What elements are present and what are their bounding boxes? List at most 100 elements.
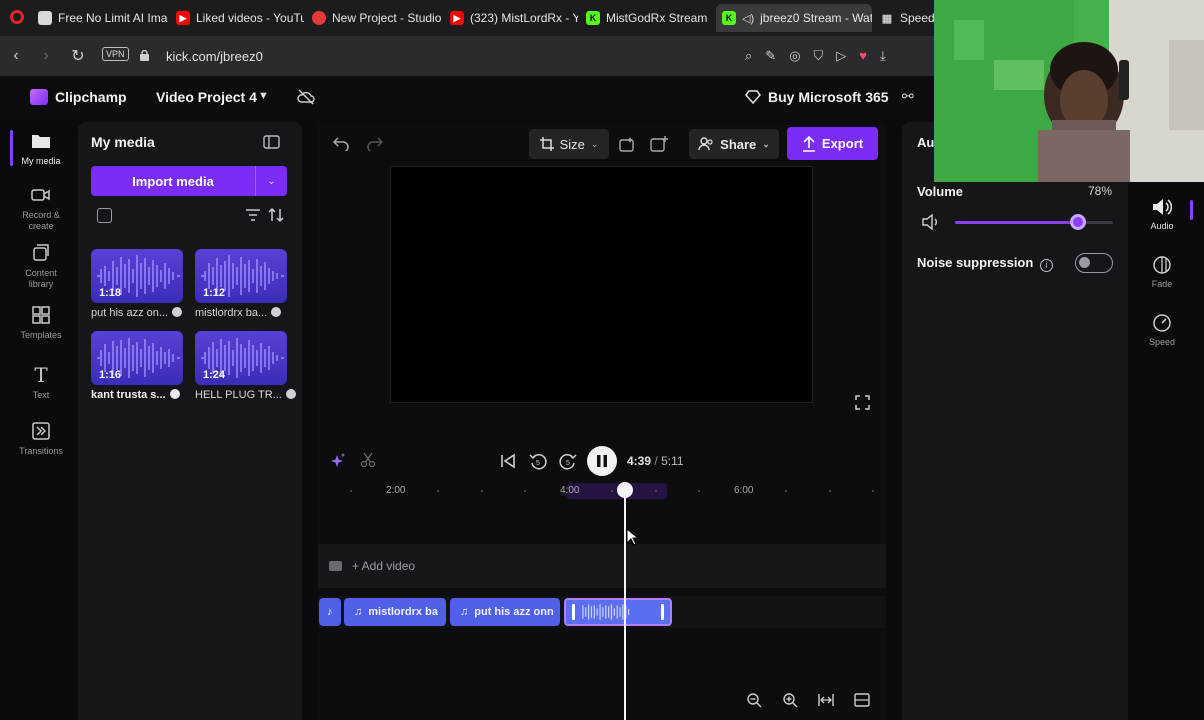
split-scissors-icon[interactable] bbox=[360, 452, 376, 468]
audio-clip[interactable]: ♫ put his azz onn bbox=[450, 598, 560, 626]
folder-icon bbox=[30, 130, 52, 152]
volume-slider[interactable] bbox=[955, 221, 1113, 224]
properties-panel bbox=[902, 122, 1128, 720]
media-name: put his azz on... bbox=[91, 307, 183, 319]
volume-icon[interactable] bbox=[922, 214, 940, 230]
speaker-icon bbox=[1151, 196, 1173, 218]
zoom-out-icon[interactable] bbox=[746, 692, 762, 708]
back-icon[interactable]: ‹ bbox=[6, 46, 26, 66]
heart-icon[interactable]: ♥ bbox=[859, 48, 867, 66]
fullscreen-icon[interactable] bbox=[855, 395, 870, 410]
filter-icon[interactable] bbox=[246, 209, 260, 221]
tab-title: (323) MistLordRx - Yo bbox=[470, 11, 578, 25]
browser-tab-active[interactable]: K ◁) jbreez0 Stream - Watc bbox=[716, 4, 872, 32]
checkmark-icon bbox=[285, 389, 296, 399]
browser-tab[interactable]: K MistGodRx Stream bbox=[580, 4, 714, 32]
export-button[interactable]: Export bbox=[787, 127, 878, 160]
trim-handle-left[interactable] bbox=[572, 604, 575, 620]
tab-favicon-icon bbox=[38, 11, 52, 25]
timeline-layout-icon[interactable] bbox=[854, 693, 870, 707]
tab-title: MistGodRx Stream bbox=[606, 11, 708, 25]
trim-handle-right[interactable] bbox=[661, 604, 664, 620]
media-thumbnail[interactable]: 1:16 bbox=[91, 331, 183, 385]
share-label: Share bbox=[720, 136, 757, 152]
send-icon[interactable]: ▷ bbox=[836, 48, 846, 66]
rail-item-record-create[interactable]: Record & create bbox=[10, 184, 72, 232]
video-track-icon bbox=[329, 561, 342, 571]
media-thumbnail[interactable]: 1:18 bbox=[91, 249, 183, 303]
cloud-off-icon[interactable] bbox=[297, 89, 315, 105]
size-label: Size bbox=[559, 136, 585, 152]
rail-item-label: My media bbox=[21, 156, 61, 166]
snapshot-icon[interactable]: ◎ bbox=[789, 48, 800, 66]
rail-item-label: Audio bbox=[1150, 221, 1174, 231]
templates-icon bbox=[30, 304, 52, 326]
sort-icon[interactable] bbox=[268, 208, 284, 222]
rail-item-text[interactable]: T Text bbox=[10, 364, 72, 401]
url-field[interactable]: kick.com/jbreez0 bbox=[166, 49, 263, 64]
browser-tab[interactable]: ▶ (323) MistLordRx - Yo bbox=[444, 4, 578, 32]
zoom-icon[interactable]: ⌕ bbox=[745, 48, 752, 66]
forward-5-icon[interactable]: 5 bbox=[559, 452, 577, 470]
download-icon[interactable]: ⤓ bbox=[880, 48, 886, 66]
export-label: Export bbox=[821, 136, 864, 151]
rail-item-audio[interactable]: Audio bbox=[1136, 196, 1188, 231]
waveform-icon bbox=[582, 604, 630, 620]
rail-item-templates[interactable]: Templates bbox=[10, 304, 72, 341]
add-video-label[interactable]: + Add video bbox=[352, 559, 415, 573]
pause-button[interactable] bbox=[587, 446, 617, 476]
magic-resize-icon[interactable] bbox=[619, 136, 637, 152]
diamond-icon bbox=[745, 89, 761, 105]
add-clip-icon[interactable] bbox=[650, 136, 668, 152]
rail-item-speed[interactable]: Speed bbox=[1136, 312, 1188, 347]
chevron-down-icon[interactable]: ▼ bbox=[258, 90, 269, 102]
media-thumbnail[interactable]: 1:24 bbox=[195, 331, 287, 385]
tab-title: Speed Dial bbox=[900, 11, 934, 25]
reload-icon[interactable]: ↻ bbox=[68, 46, 88, 66]
video-preview[interactable] bbox=[390, 166, 813, 403]
skip-start-icon[interactable] bbox=[499, 452, 517, 470]
magic-sparkle-icon[interactable] bbox=[329, 452, 347, 470]
zoom-in-icon[interactable] bbox=[782, 692, 798, 708]
tab-title: jbreez0 Stream - Watc bbox=[760, 11, 872, 25]
rewind-5-icon[interactable]: 5 bbox=[529, 452, 547, 470]
redo-icon[interactable] bbox=[367, 135, 383, 151]
browser-tab[interactable]: New Project - Studio bbox=[306, 4, 442, 32]
studio-favicon-icon bbox=[312, 11, 326, 25]
rail-item-my-media[interactable]: My media bbox=[10, 130, 72, 167]
import-media-button[interactable]: Import media ⌄ bbox=[91, 166, 287, 196]
playhead[interactable] bbox=[624, 490, 626, 720]
shield-icon[interactable]: ⛉ bbox=[814, 48, 824, 66]
audio-clip[interactable]: ♪ bbox=[319, 598, 341, 626]
music-note-icon: ♪ bbox=[327, 606, 333, 618]
forward-icon[interactable]: › bbox=[36, 46, 56, 66]
chevron-down-icon[interactable]: ⌄ bbox=[255, 166, 287, 196]
fit-timeline-icon[interactable] bbox=[818, 692, 834, 708]
collapse-panel-icon[interactable] bbox=[263, 135, 280, 149]
browser-tab[interactable]: ▦ Speed Dial bbox=[874, 4, 934, 32]
import-media-label: Import media bbox=[132, 173, 214, 189]
select-all-checkbox[interactable] bbox=[97, 208, 112, 223]
rail-item-transitions[interactable]: Transitions bbox=[10, 420, 72, 457]
edit-icon[interactable]: ✎ bbox=[765, 48, 776, 66]
size-button[interactable]: Size ⌄ bbox=[529, 129, 609, 159]
connect-icon[interactable]: ⚯ bbox=[902, 88, 918, 104]
rail-item-fade[interactable]: Fade bbox=[1136, 254, 1188, 289]
browser-tab[interactable]: Free No Limit AI Imag bbox=[32, 4, 168, 32]
project-name[interactable]: Video Project 4 bbox=[156, 89, 257, 105]
media-thumbnail[interactable]: 1:12 bbox=[195, 249, 287, 303]
browser-tab[interactable]: ▶ Liked videos - YouTub bbox=[170, 4, 304, 32]
undo-icon[interactable] bbox=[333, 135, 349, 151]
buy-microsoft-button[interactable]: Buy Microsoft 365 bbox=[768, 89, 889, 105]
share-button[interactable]: Share ⌄ bbox=[689, 129, 779, 159]
playhead-handle[interactable] bbox=[617, 482, 633, 498]
rail-item-content-library[interactable]: Content library bbox=[10, 242, 72, 290]
vpn-badge[interactable]: VPN bbox=[102, 47, 129, 61]
ruler-tick bbox=[698, 490, 700, 492]
info-icon[interactable]: i bbox=[1039, 259, 1053, 272]
noise-suppression-toggle[interactable] bbox=[1075, 253, 1113, 273]
opera-logo-icon[interactable] bbox=[10, 10, 24, 24]
audio-clip-selected[interactable] bbox=[564, 598, 672, 626]
rail-item-label: Transitions bbox=[19, 446, 63, 456]
audio-clip[interactable]: ♫ mistlordrx ba bbox=[344, 598, 446, 626]
